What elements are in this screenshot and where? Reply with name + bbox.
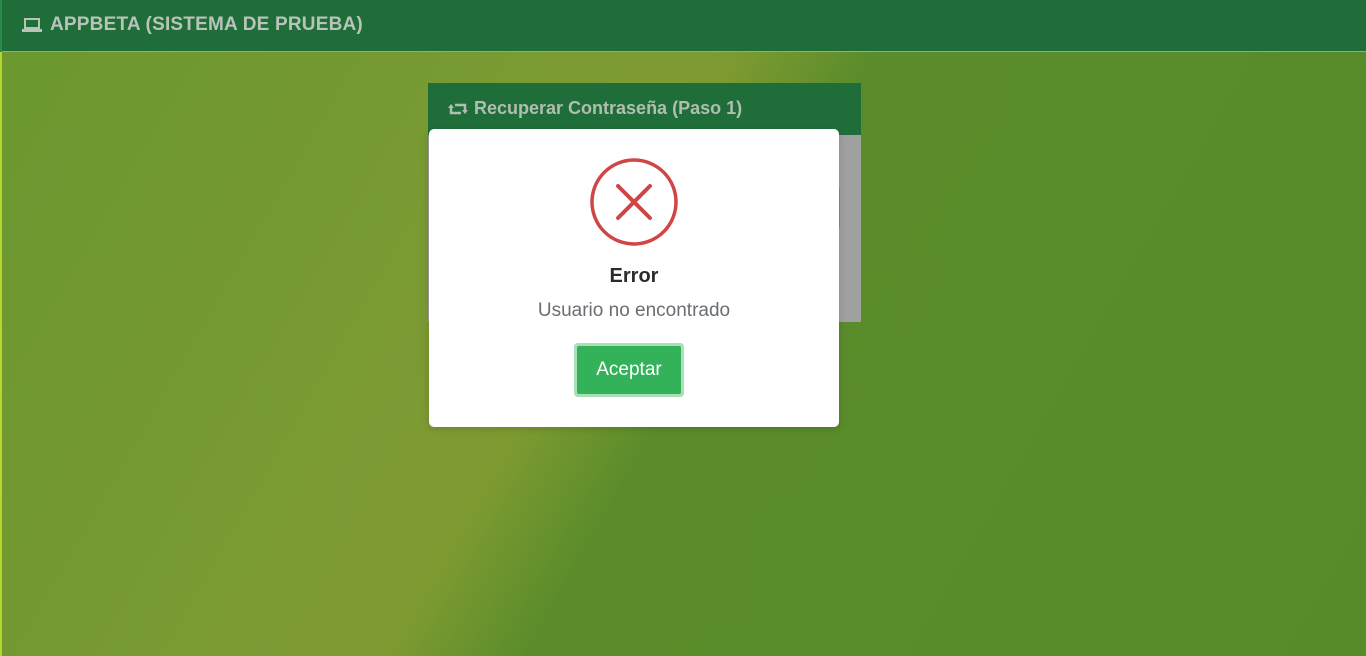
- card-title-wrap: Recuperar Contraseña (Paso 1): [448, 98, 742, 119]
- dialog-message: Usuario no encontrado: [537, 300, 731, 321]
- card-header: Recuperar Contraseña (Paso 1): [428, 83, 861, 135]
- navbar-brand[interactable]: APPBETA (SISTEMA DE PRUEBA): [22, 14, 363, 36]
- retweet-icon: [448, 101, 468, 117]
- dialog-title: Error: [609, 265, 659, 287]
- confirm-button[interactable]: Aceptar: [577, 346, 681, 394]
- laptop-icon: [22, 16, 42, 34]
- navbar-title: APPBETA (SISTEMA DE PRUEBA): [50, 14, 363, 35]
- confirm-button-focus-ring: Aceptar: [574, 343, 684, 397]
- error-dialog: Error Usuario no encontrado Aceptar: [429, 129, 839, 427]
- error-x-icon: [590, 158, 678, 246]
- card-title: Recuperar Contraseña (Paso 1): [474, 98, 743, 118]
- navbar-left-edge: [0, 0, 2, 52]
- page-left-edge: [0, 52, 2, 656]
- top-navbar: APPBETA (SISTEMA DE PRUEBA): [0, 0, 1366, 52]
